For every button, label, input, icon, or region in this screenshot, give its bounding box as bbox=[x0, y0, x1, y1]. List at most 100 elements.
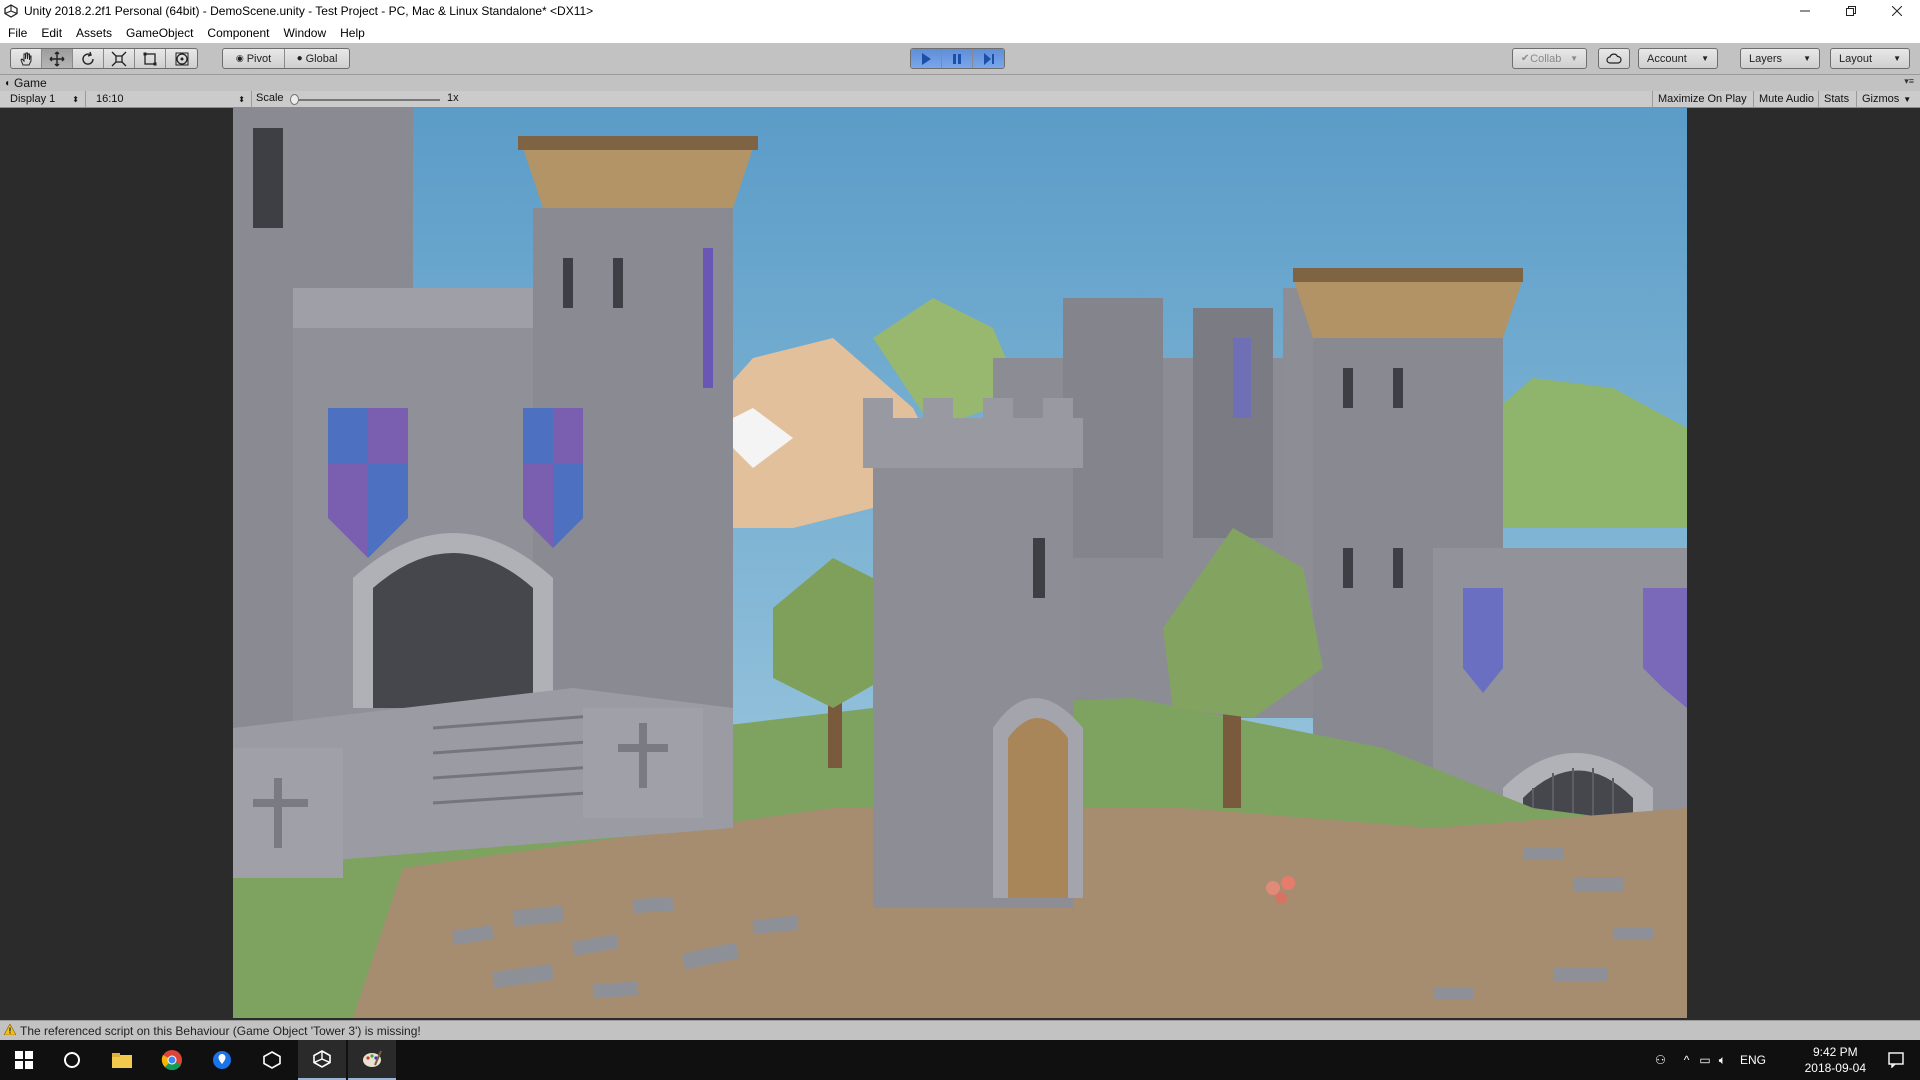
move-tool-button[interactable] bbox=[42, 49, 73, 68]
dropdown-arrow-icon: ▼ bbox=[1903, 94, 1912, 104]
transform-tool-button[interactable] bbox=[166, 49, 197, 68]
paint-icon bbox=[363, 1050, 382, 1067]
dropdown-arrow-icon: ▼ bbox=[1570, 54, 1578, 63]
unity-hub-icon bbox=[263, 1051, 281, 1069]
restore-button[interactable] bbox=[1828, 0, 1874, 22]
rect-icon bbox=[143, 52, 157, 65]
system-tray: ⚇ ^ ▭ 🔈︎ ENG bbox=[1655, 1040, 1766, 1080]
menu-assets[interactable]: Assets bbox=[76, 26, 112, 40]
collab-dropdown[interactable]: ✔ Collab ▼ bbox=[1512, 48, 1587, 69]
mute-label: Mute Audio bbox=[1759, 93, 1815, 105]
windows-start-icon bbox=[15, 1051, 33, 1069]
step-icon bbox=[983, 52, 994, 65]
layout-dropdown[interactable]: Layout ▼ bbox=[1830, 48, 1910, 69]
dropdown-arrow-icon: ▼ bbox=[1893, 54, 1901, 63]
play-icon bbox=[922, 52, 931, 65]
console-status-bar[interactable]: The referenced script on this Behaviour … bbox=[0, 1020, 1920, 1040]
layers-dropdown[interactable]: Layers ▼ bbox=[1740, 48, 1820, 69]
transform-tools bbox=[10, 48, 198, 69]
play-button[interactable] bbox=[911, 49, 942, 68]
clock-time: 9:42 PM bbox=[1812, 1045, 1858, 1059]
scale-value: 1x bbox=[447, 92, 459, 104]
action-center-button[interactable] bbox=[1872, 1040, 1920, 1080]
restore-icon bbox=[1846, 6, 1856, 16]
stats-toggle[interactable]: Stats bbox=[1818, 91, 1854, 107]
game-render-viewport[interactable] bbox=[233, 108, 1687, 1018]
menu-edit[interactable]: Edit bbox=[41, 26, 62, 40]
people-icon[interactable]: ⚇ bbox=[1655, 1053, 1666, 1067]
game-view-controls: Display 1 ⬍ 16:10 ⬍ Scale 1x Maximize On… bbox=[0, 91, 1920, 108]
menu-bar: File Edit Assets GameObject Component Wi… bbox=[0, 22, 1920, 43]
language-indicator[interactable]: ENG bbox=[1740, 1053, 1766, 1067]
menu-component[interactable]: Component bbox=[207, 26, 269, 40]
cortana-button[interactable] bbox=[48, 1040, 96, 1080]
rect-tool-button[interactable] bbox=[135, 49, 166, 68]
aspect-label: 16:10 bbox=[96, 93, 124, 105]
folder-icon bbox=[112, 1053, 132, 1068]
globe-icon: ● bbox=[296, 53, 303, 64]
hand-tool-button[interactable] bbox=[11, 49, 42, 68]
main-toolbar: ◉ Pivot ● Global ✔ Collab ▼ Account ▼ La… bbox=[0, 43, 1920, 75]
file-explorer-button[interactable] bbox=[98, 1040, 146, 1080]
notification-icon bbox=[1888, 1052, 1904, 1068]
window-title: Unity 2018.2.2f1 Personal (64bit) - Demo… bbox=[24, 4, 594, 18]
rotate-icon bbox=[82, 51, 94, 65]
display-dropdown[interactable]: Display 1 ⬍ bbox=[4, 91, 86, 107]
chrome-button[interactable] bbox=[148, 1040, 196, 1080]
pivot-toggle[interactable]: ◉ Pivot bbox=[223, 49, 285, 68]
aspect-dropdown[interactable]: 16:10 ⬍ bbox=[90, 91, 252, 107]
rotate-tool-button[interactable] bbox=[73, 49, 104, 68]
gizmos-label: Gizmos bbox=[1862, 93, 1900, 105]
tab-menu-icon[interactable]: ▾≡ bbox=[1904, 76, 1914, 87]
global-label: Global bbox=[305, 52, 338, 65]
cloud-icon bbox=[1606, 53, 1622, 64]
taskbar-clock[interactable]: 9:42 PM 2018-09-04 bbox=[1805, 1044, 1866, 1076]
close-icon bbox=[1892, 6, 1902, 16]
start-button[interactable] bbox=[0, 1040, 48, 1080]
scale-slider-track[interactable] bbox=[290, 99, 440, 101]
menu-window[interactable]: Window bbox=[283, 26, 326, 40]
account-label: Account bbox=[1647, 52, 1687, 65]
chevron-up-icon[interactable]: ^ bbox=[1684, 1053, 1690, 1067]
collab-label: Collab bbox=[1530, 52, 1562, 65]
pause-icon bbox=[953, 53, 961, 64]
pause-button[interactable] bbox=[942, 49, 973, 68]
menu-help[interactable]: Help bbox=[340, 26, 365, 40]
maps-button[interactable] bbox=[198, 1040, 246, 1080]
minimize-button[interactable] bbox=[1782, 0, 1828, 22]
unity-hub-button[interactable] bbox=[248, 1040, 296, 1080]
network-icon[interactable]: ▭ bbox=[1699, 1053, 1710, 1067]
cloud-button[interactable] bbox=[1598, 48, 1630, 69]
tab-game[interactable]: ◖ Game bbox=[4, 75, 47, 91]
step-button[interactable] bbox=[973, 49, 1004, 68]
scale-tool-button[interactable] bbox=[104, 49, 135, 68]
dropdown-arrow-icon: ▼ bbox=[1701, 54, 1709, 63]
maximize-on-play-toggle[interactable]: Maximize On Play bbox=[1652, 91, 1752, 107]
game-view[interactable] bbox=[0, 108, 1920, 1020]
tab-game-label: Game bbox=[14, 76, 47, 90]
menu-file[interactable]: File bbox=[8, 26, 27, 40]
global-toggle[interactable]: ● Global bbox=[285, 49, 349, 68]
dropdown-arrow-icon: ⬍ bbox=[72, 94, 79, 104]
dropdown-arrow-icon: ▼ bbox=[1803, 54, 1811, 63]
scale-label: Scale bbox=[256, 92, 284, 104]
maximize-label: Maximize On Play bbox=[1658, 93, 1747, 105]
paint-button[interactable] bbox=[348, 1040, 396, 1080]
unity-app-icon bbox=[4, 4, 18, 18]
pivot-global-group: ◉ Pivot ● Global bbox=[222, 48, 350, 69]
playback-controls bbox=[910, 48, 1005, 69]
minimize-icon bbox=[1800, 10, 1810, 12]
scale-icon bbox=[111, 51, 127, 66]
menu-gameobject[interactable]: GameObject bbox=[126, 26, 193, 40]
volume-icon[interactable]: 🔈︎ bbox=[1719, 1053, 1726, 1068]
mute-audio-toggle[interactable]: Mute Audio bbox=[1753, 91, 1819, 107]
layers-label: Layers bbox=[1749, 52, 1783, 65]
scale-slider-thumb[interactable] bbox=[290, 94, 299, 105]
close-button[interactable] bbox=[1874, 0, 1920, 22]
layout-label: Layout bbox=[1839, 52, 1873, 65]
gizmos-dropdown[interactable]: Gizmos ▼ bbox=[1856, 91, 1920, 107]
windows-taskbar: ⚇ ^ ▭ 🔈︎ ENG 9:42 PM 2018-09-04 bbox=[0, 1040, 1920, 1080]
unity-editor-button[interactable] bbox=[298, 1040, 346, 1080]
display-label: Display 1 bbox=[10, 93, 56, 105]
account-dropdown[interactable]: Account ▼ bbox=[1638, 48, 1718, 69]
